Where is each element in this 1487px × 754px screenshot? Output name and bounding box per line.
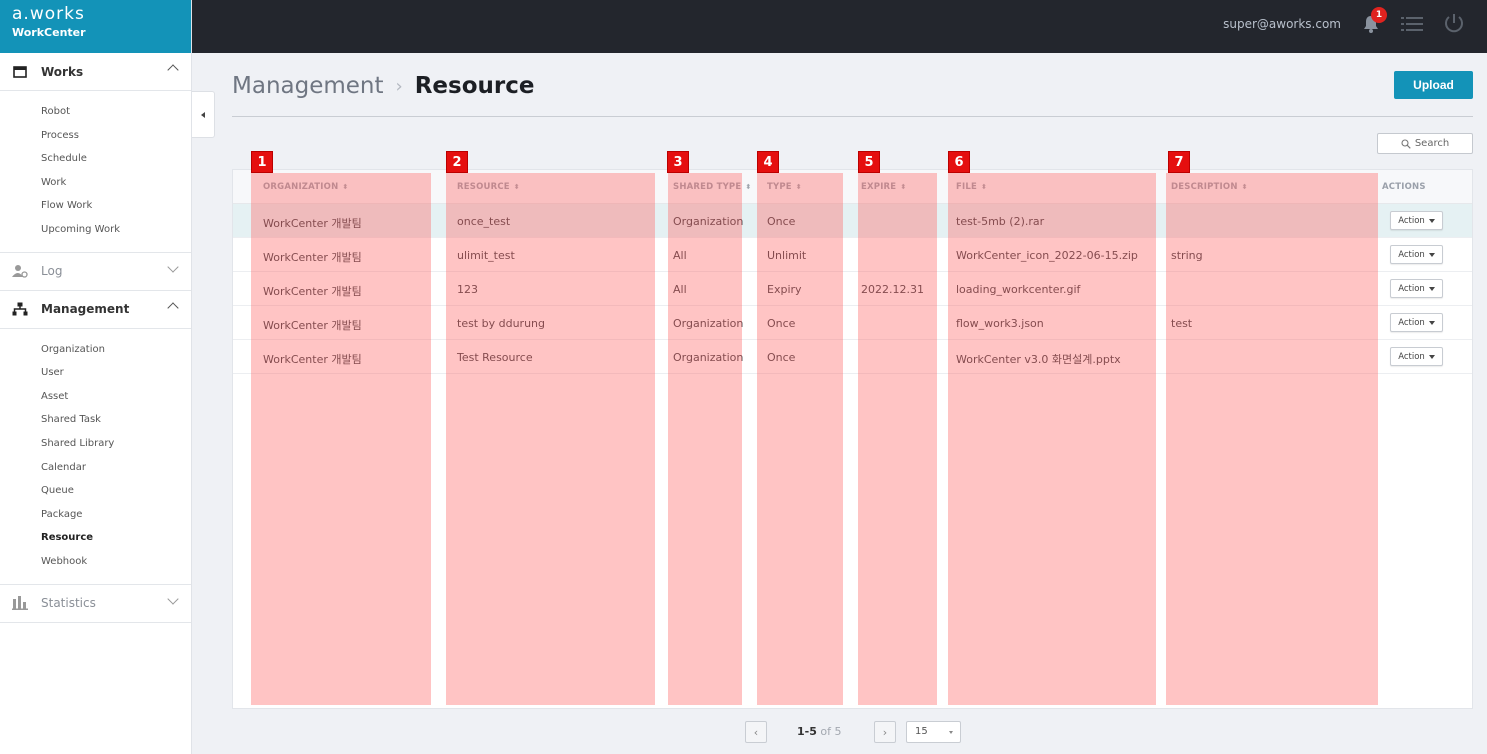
sidebar-group-management[interactable]: Management	[0, 291, 191, 329]
sidebar-item-flow-work[interactable]: Flow Work	[0, 194, 191, 218]
management-items: Organization User Asset Shared Task Shar…	[0, 329, 191, 585]
sidebar-group-log[interactable]: Log	[0, 253, 191, 291]
sidebar-group-label: Works	[41, 64, 84, 79]
action-dropdown-button[interactable]: Action	[1390, 211, 1443, 230]
notification-badge: 1	[1371, 7, 1387, 23]
sidebar-item-package[interactable]: Package	[0, 503, 191, 527]
user-log-icon	[12, 263, 28, 279]
search-icon	[1401, 138, 1411, 149]
sidebar-group-statistics[interactable]: Statistics	[0, 585, 191, 623]
sidebar-group-label: Log	[41, 264, 63, 279]
annotation-marker-1: 1	[251, 151, 273, 173]
column-highlight-description	[1166, 173, 1378, 705]
column-highlight-resource	[446, 173, 655, 705]
action-dropdown-button[interactable]: Action	[1390, 245, 1443, 264]
chevron-right-icon: ›	[882, 725, 888, 739]
chevron-up-icon	[167, 301, 179, 314]
annotation-marker-5: 5	[858, 151, 880, 173]
action-dropdown-button[interactable]: Action	[1390, 347, 1443, 366]
sidebar: a.works WorkCenter Works Robot Process S…	[0, 0, 192, 754]
aworks-logo: a.works	[12, 4, 85, 24]
caret-down-icon	[1428, 252, 1435, 257]
next-page-button[interactable]: ›	[874, 721, 896, 743]
page-title: Resource	[414, 73, 535, 99]
annotation-marker-6: 6	[948, 151, 970, 173]
sidebar-item-organization[interactable]: Organization	[0, 338, 191, 362]
search-button[interactable]: Search	[1377, 133, 1473, 154]
sidebar-item-webhook[interactable]: Webhook	[0, 550, 191, 574]
sidebar-item-robot[interactable]: Robot	[0, 100, 191, 124]
sidebar-item-shared-library[interactable]: Shared Library	[0, 432, 191, 456]
annotation-marker-3: 3	[667, 151, 689, 173]
org-chart-icon	[12, 301, 28, 317]
divider	[232, 116, 1473, 117]
column-highlight-file	[948, 173, 1156, 705]
prev-page-button[interactable]: ‹	[745, 721, 767, 743]
column-highlight-type	[757, 173, 843, 705]
sidebar-item-calendar[interactable]: Calendar	[0, 456, 191, 480]
annotation-marker-2: 2	[446, 151, 468, 173]
sidebar-item-upcoming-work[interactable]: Upcoming Work	[0, 218, 191, 242]
page-total: 5	[834, 725, 842, 738]
sidebar-group-label: Statistics	[41, 596, 96, 610]
action-dropdown-button[interactable]: Action	[1390, 279, 1443, 298]
page-size-value: 15	[915, 726, 928, 737]
collapse-left-icon	[201, 111, 205, 118]
column-highlight-shared-type	[668, 173, 742, 705]
sort-icon: ⬍	[745, 183, 752, 191]
sidebar-item-asset[interactable]: Asset	[0, 385, 191, 409]
bell-icon[interactable]: 1	[1362, 7, 1387, 34]
chevron-down-icon	[167, 592, 179, 605]
caret-down-icon	[949, 731, 953, 734]
breadcrumb[interactable]: Management	[232, 73, 384, 99]
caret-down-icon	[1428, 286, 1435, 291]
sidebar-group-works[interactable]: Works	[0, 53, 191, 91]
sidebar-item-resource[interactable]: Resource	[0, 526, 191, 550]
sidebar-item-work[interactable]: Work	[0, 171, 191, 195]
breadcrumb-separator: ›	[395, 75, 403, 97]
calendar-icon	[12, 64, 28, 80]
sidebar-collapse-toggle[interactable]	[192, 91, 215, 138]
page-size-select[interactable]: 15	[906, 721, 961, 743]
chevron-up-icon	[167, 64, 179, 76]
page-header: Management › Resource	[232, 70, 534, 102]
works-items: Robot Process Schedule Work Flow Work Up…	[0, 91, 191, 253]
annotation-marker-4: 4	[757, 151, 779, 173]
caret-down-icon	[1428, 218, 1435, 223]
search-label: Search	[1414, 138, 1450, 149]
user-email[interactable]: super@aworks.com	[1223, 17, 1341, 31]
top-bar: super@aworks.com 1	[192, 0, 1487, 53]
sidebar-item-process[interactable]: Process	[0, 124, 191, 148]
sidebar-item-user[interactable]: User	[0, 361, 191, 385]
chevron-down-icon	[167, 260, 179, 273]
list-menu-icon[interactable]	[1401, 15, 1423, 33]
power-icon[interactable]	[1443, 12, 1465, 34]
sidebar-group-label: Management	[41, 302, 130, 317]
page-of-label: of	[820, 725, 831, 738]
page-info: 1-5 of 5	[797, 725, 841, 738]
caret-down-icon	[1428, 320, 1435, 325]
sidebar-item-schedule[interactable]: Schedule	[0, 147, 191, 171]
caret-down-icon	[1428, 354, 1435, 359]
chevron-left-icon: ‹	[753, 725, 759, 739]
sidebar-item-queue[interactable]: Queue	[0, 479, 191, 503]
product-name: WorkCenter	[12, 26, 86, 39]
bar-chart-icon	[12, 595, 28, 611]
upload-button[interactable]: Upload	[1394, 71, 1473, 99]
page-range: 1-5	[797, 725, 817, 738]
brand[interactable]: a.works WorkCenter	[0, 0, 191, 53]
action-dropdown-button[interactable]: Action	[1390, 313, 1443, 332]
annotation-marker-7: 7	[1168, 151, 1190, 173]
column-highlight-organization	[251, 173, 431, 705]
column-highlight-expire	[858, 173, 937, 705]
sidebar-item-shared-task[interactable]: Shared Task	[0, 408, 191, 432]
column-header-actions: ACTIONS	[1382, 182, 1426, 192]
